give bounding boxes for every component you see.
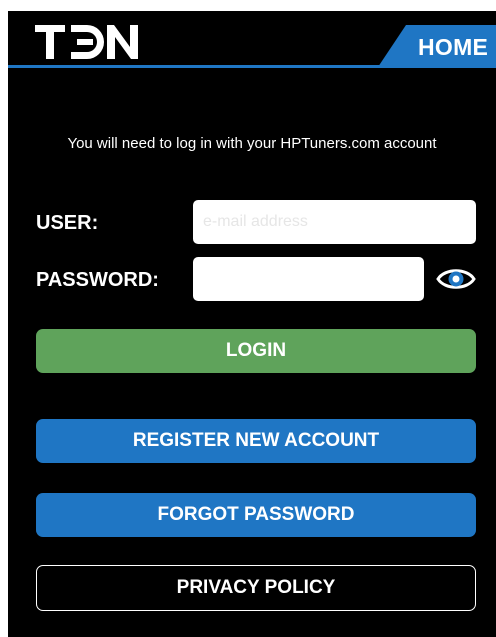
password-label: PASSWORD: xyxy=(36,269,159,291)
user-label: USER: xyxy=(36,212,99,234)
login-instruction: You will need to log in with your HPTune… xyxy=(67,135,437,152)
eye-icon[interactable] xyxy=(436,263,476,295)
app-screen: HOME You will need to log in with your H… xyxy=(8,11,496,637)
email-field[interactable] xyxy=(193,200,476,244)
tdn-logo xyxy=(35,25,139,59)
forgot-password-button[interactable]: FORGOT PASSWORD xyxy=(36,493,476,537)
password-field[interactable] xyxy=(193,257,424,301)
register-button[interactable]: REGISTER NEW ACCOUNT xyxy=(36,419,476,463)
header: HOME xyxy=(8,11,496,69)
privacy-policy-button[interactable]: PRIVACY POLICY xyxy=(36,565,476,611)
header-divider xyxy=(8,65,496,68)
login-button[interactable]: LOGIN xyxy=(36,329,476,373)
home-label: HOME xyxy=(418,34,489,60)
home-button[interactable]: HOME xyxy=(378,25,496,67)
